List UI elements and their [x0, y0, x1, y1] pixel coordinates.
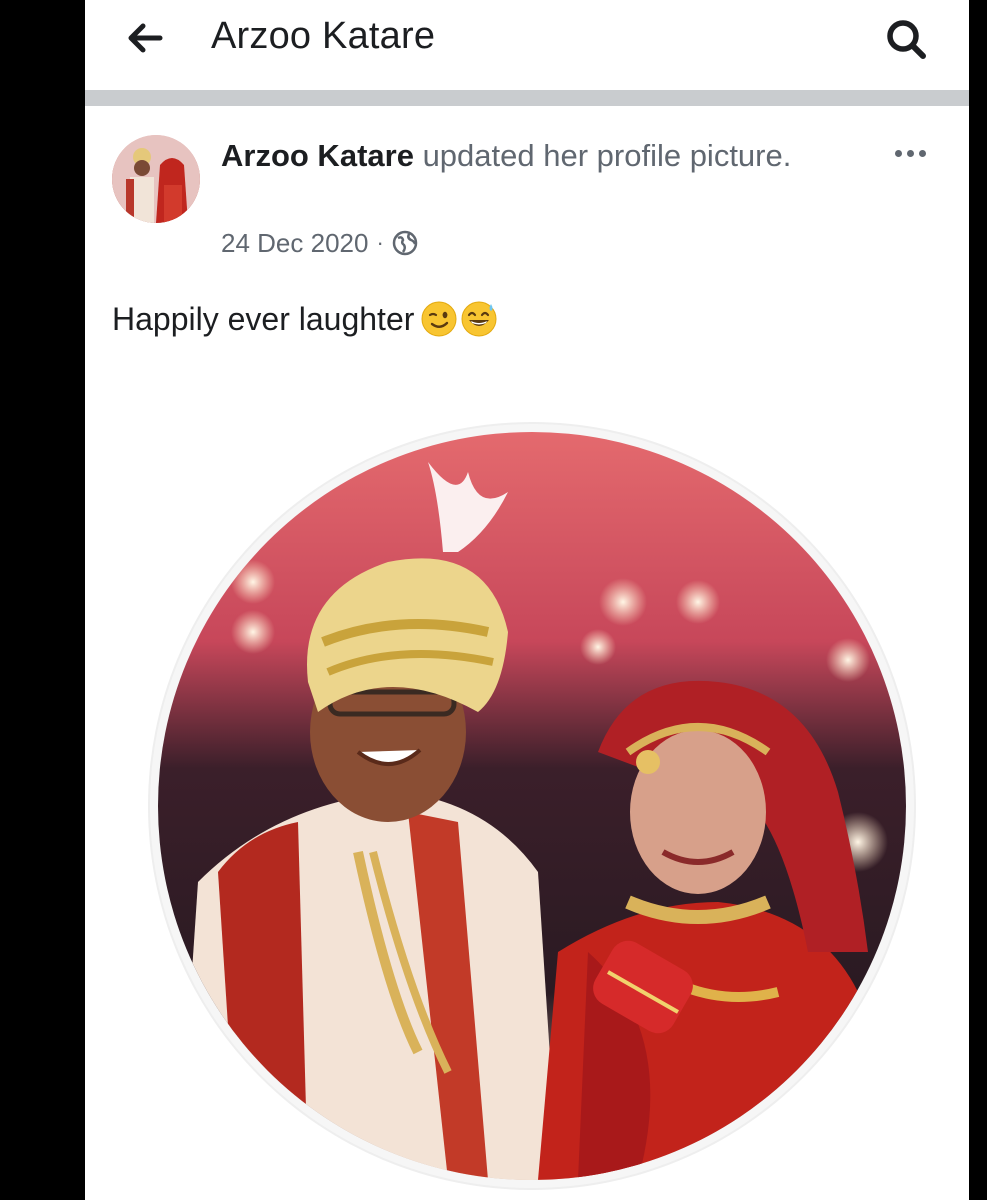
app-screen: Arzoo Katare Arzoo Katare updated her pr…	[85, 0, 969, 1200]
section-divider	[85, 90, 969, 106]
more-dot	[894, 149, 902, 157]
winking-face-emoji	[421, 301, 457, 337]
back-button[interactable]	[123, 18, 167, 58]
post-options-button[interactable]	[885, 136, 935, 170]
top-app-bar: Arzoo Katare	[85, 0, 969, 90]
grinning-face-with-sweat-emoji	[461, 301, 497, 337]
wedding-photo	[158, 432, 906, 1180]
more-dot	[918, 149, 926, 157]
search-icon	[887, 20, 926, 59]
globe-icon	[392, 230, 418, 256]
profile-picture[interactable]	[158, 432, 906, 1180]
more-dot	[906, 149, 914, 157]
left-black-border	[0, 0, 85, 1200]
right-black-border	[969, 0, 987, 1200]
page-title: Arzoo Katare	[211, 15, 436, 57]
search-button[interactable]	[880, 14, 934, 66]
post-meta: 24 Dec 2020 ·	[221, 226, 418, 260]
author-avatar[interactable]	[112, 135, 200, 223]
post-action-text: updated her profile picture.	[422, 138, 792, 173]
post-header-text: Arzoo Katare updated her profile picture…	[221, 135, 841, 177]
meta-separator: ·	[376, 230, 384, 255]
post-date[interactable]: 24 Dec 2020	[221, 226, 368, 260]
arrow-left-icon	[128, 23, 163, 53]
avatar-image	[112, 135, 200, 223]
caption-text: Happily ever laughter	[112, 301, 415, 337]
author-name-link[interactable]: Arzoo Katare	[221, 138, 414, 173]
post-caption: Happily ever laughter	[112, 298, 498, 340]
